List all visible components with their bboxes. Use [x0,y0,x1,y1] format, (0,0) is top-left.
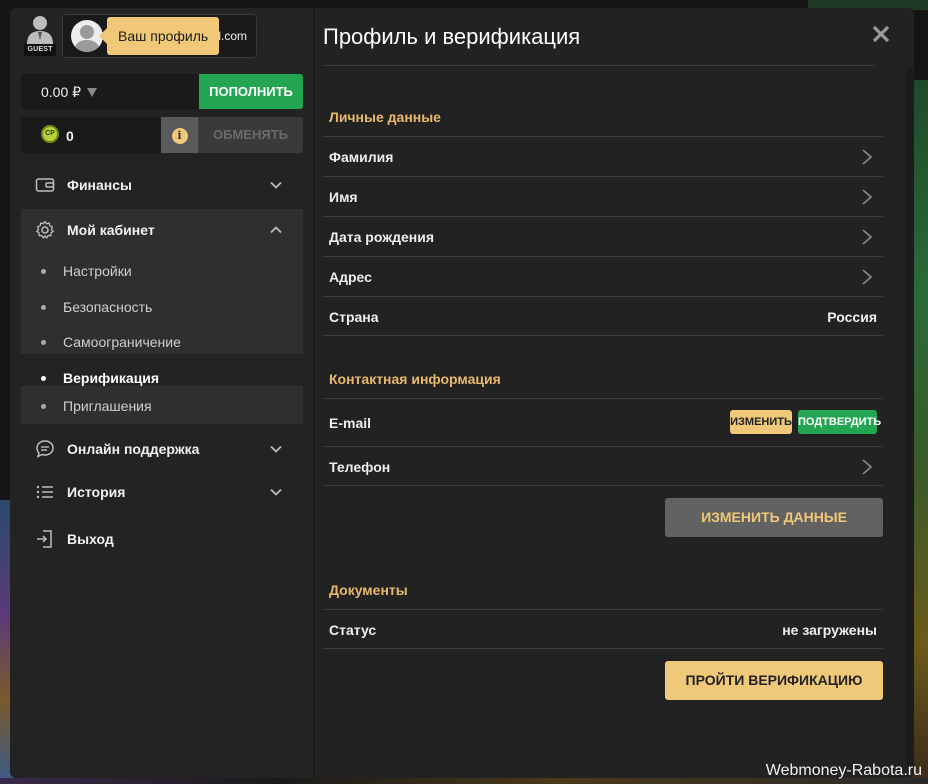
section-contact-title: Контактная информация [329,371,501,387]
row-label: Фамилия [329,149,394,165]
profile-modal: GUEST ail.com Ваш профиль 0.00 ₽ ПОПОЛНИ… [10,8,914,778]
row-label: Страна [329,309,379,325]
change-email-button[interactable]: ИЗМЕНИТЬ [730,410,792,434]
sub-item-label: Приглашения [63,398,152,414]
bullet-dot [41,305,46,310]
info-button[interactable]: i [161,117,198,153]
page-title: Профиль и верификация [323,24,581,49]
guest-user-icon[interactable]: GUEST [24,14,56,56]
sub-item-self-limit[interactable]: Самоограничение [21,324,303,354]
row-phone[interactable]: Телефон [323,446,883,486]
chevron-right-icon [862,459,873,475]
row-label: Имя [329,189,358,205]
sub-item-label: Самоограничение [63,334,181,350]
close-icon[interactable] [871,24,891,44]
cp-coin-icon: CP [41,125,59,143]
chevron-right-icon [862,229,873,245]
row-address[interactable]: Адрес [323,256,883,296]
chevron-down-icon [270,181,282,189]
balance-value: 0.00 ₽ [41,84,82,100]
scrollbar[interactable] [906,68,914,768]
cp-value: 0 [66,128,74,144]
row-value: не загружены [782,622,877,638]
nav-history-label: История [67,484,126,500]
info-icon: i [171,128,188,144]
confirm-email-button[interactable]: ПОДТВЕРДИТЬ [798,410,881,434]
row-label: Телефон [329,459,391,475]
gear-icon [36,220,54,239]
chevron-right-icon [862,189,873,205]
sidebar: GUEST ail.com Ваш профиль 0.00 ₽ ПОПОЛНИ… [10,8,313,778]
wallet-icon [35,178,55,192]
nav-finance-label: Финансы [67,177,132,193]
sidebar-divider [313,8,315,778]
sub-item-security[interactable]: Безопасность [21,289,303,325]
sub-item-invites[interactable]: Приглашения [21,386,303,424]
caret-down-icon [87,88,97,97]
row-label: E-mail [329,415,372,431]
row-doc-status: Статус не загружены [323,609,883,649]
sub-item-label: Верификация [63,370,160,386]
row-birthdate[interactable]: Дата рождения [323,216,883,256]
bullet-dot [41,376,46,381]
sub-item-label: Настройки [63,263,132,279]
bullet-dot [41,269,46,274]
section-personal-title: Личные данные [329,109,441,125]
row-email: E-mail ИЗМЕНИТЬ ПОДТВЕРДИТЬ [323,398,883,446]
chat-icon [36,440,54,458]
exchange-button[interactable]: ОБМЕНЯТЬ [198,117,303,153]
bullet-dot [41,340,46,345]
nav-logout[interactable]: Выход [21,518,303,560]
edit-data-button[interactable]: ИЗМЕНИТЬ ДАННЫЕ [665,498,883,537]
bullet-dot [41,404,46,409]
chevron-down-icon [270,445,282,453]
row-label: Статус [329,622,377,638]
title-divider [323,65,875,66]
nav-cabinet-label: Мой кабинет [67,222,155,238]
row-surname[interactable]: Фамилия [323,136,883,176]
nav-finance[interactable]: Финансы [21,164,303,206]
guest-badge: GUEST [24,44,56,56]
profile-content: Профиль и верификация Личные данные Фами… [323,8,914,778]
row-country: Страна Россия [323,296,883,336]
deposit-button[interactable]: ПОПОЛНИТЬ [199,74,303,109]
nav-history[interactable]: История [21,471,303,513]
chevron-down-icon [270,488,282,496]
section-documents-title: Документы [329,582,408,598]
cp-balance: CP 0 [21,117,161,153]
verify-button[interactable]: ПРОЙТИ ВЕРИФИКАЦИЮ [665,661,883,700]
nav-my-cabinet[interactable]: Мой кабинет [21,209,303,253]
nav-logout-label: Выход [67,531,114,547]
row-value: Россия [827,309,877,325]
sub-item-settings[interactable]: Настройки [21,253,303,289]
list-icon [36,485,53,499]
chevron-right-icon [862,149,873,165]
balance-selector[interactable]: 0.00 ₽ [21,74,199,109]
row-label: Дата рождения [329,229,435,245]
profile-tooltip: Ваш профиль [98,17,220,55]
row-label: Адрес [329,269,372,285]
row-name[interactable]: Имя [323,176,883,216]
nav-support-label: Онлайн поддержка [67,441,200,457]
logout-icon [37,530,52,548]
sub-item-label: Безопасность [63,299,153,315]
chevron-up-icon [270,226,282,234]
nav-online-support[interactable]: Онлайн поддержка [21,428,303,470]
chevron-right-icon [862,269,873,285]
watermark: Webmoney-Rabota.ru [765,762,922,779]
